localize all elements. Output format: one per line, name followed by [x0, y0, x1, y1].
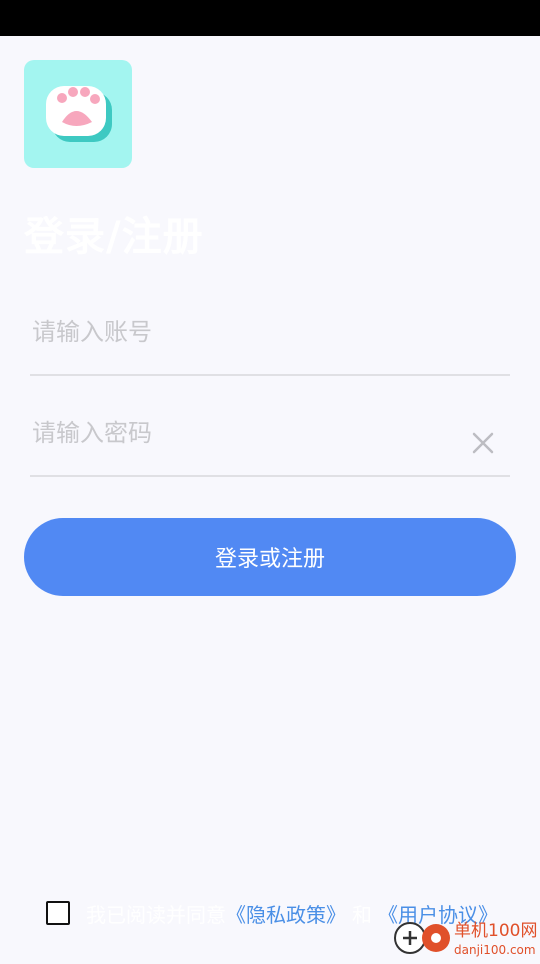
close-icon: [472, 432, 494, 454]
password-input[interactable]: [32, 411, 462, 455]
status-bar: [0, 0, 540, 36]
watermark-title: 单机100网: [454, 921, 537, 941]
agreement-prefix: 我已阅读并同意: [86, 902, 226, 927]
privacy-policy-link[interactable]: 《隐私政策》: [226, 899, 346, 928]
paw-icon: [46, 86, 112, 142]
watermark-url: danji100.com: [454, 943, 536, 957]
watermark: 单机100网 danji100.com: [392, 916, 540, 960]
danji-logo-icon: [394, 922, 450, 954]
page-title: 登录/注册: [24, 214, 204, 260]
login-register-button[interactable]: 登录或注册: [24, 518, 516, 596]
password-underline: [30, 475, 510, 477]
clear-password-button[interactable]: [468, 428, 498, 458]
agreement-joiner: 和: [352, 902, 372, 927]
account-underline: [30, 374, 510, 376]
app-logo: [24, 60, 132, 168]
account-input[interactable]: [32, 310, 462, 354]
agreement-checkbox[interactable]: [46, 901, 70, 925]
